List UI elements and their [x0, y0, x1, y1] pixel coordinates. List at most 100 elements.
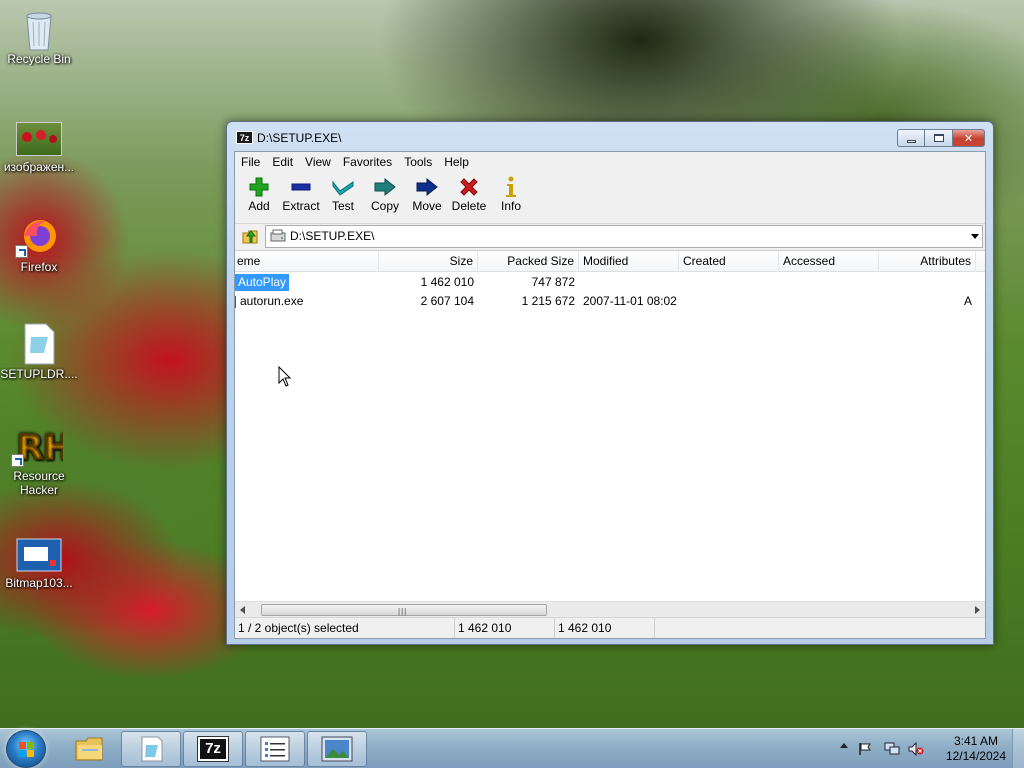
move-button[interactable]: Move	[406, 172, 448, 223]
image-thumbnail-icon	[16, 122, 62, 156]
extract-label: Extract	[282, 199, 320, 213]
row-size: 2 607 104	[420, 294, 474, 308]
column-size[interactable]: Size	[379, 251, 478, 272]
menu-view[interactable]: View	[299, 152, 337, 172]
clock-date: 12/14/2024	[945, 749, 1006, 763]
clock-time: 3:41 AM	[953, 734, 998, 748]
notification-area: 3:41 AM 12/14/2024	[834, 729, 1024, 768]
extract-button[interactable]: Extract	[280, 172, 322, 223]
desktop-icon-label: Bitmap103...	[5, 576, 73, 590]
folder-icon	[75, 737, 103, 761]
test-button[interactable]: Test	[322, 172, 364, 223]
row-name: autorun.exe	[235, 292, 379, 311]
row-attributes	[879, 273, 976, 292]
maximize-button[interactable]	[925, 129, 953, 147]
column-attributes[interactable]: Attributes	[879, 251, 976, 272]
desktop-icon-label: SETUPLDR....	[0, 367, 78, 381]
minimize-button[interactable]	[897, 129, 925, 147]
desktop-icon-recycle-bin[interactable]: Recycle Bin	[0, 8, 78, 66]
row-created	[679, 292, 779, 311]
desktop-icon-firefox[interactable]: Firefox	[0, 216, 78, 274]
action-center-flag-icon[interactable]	[858, 742, 872, 756]
7zip-window: 7z D:\SETUP.EXE\ ✕ File Edit View Favori…	[226, 121, 994, 645]
start-button[interactable]	[6, 730, 46, 768]
maximize-icon	[933, 134, 944, 142]
column-created[interactable]: Created	[679, 251, 779, 272]
window-client-area: File Edit View Favorites Tools Help Add …	[234, 151, 986, 639]
taskbar-image-viewer[interactable]	[307, 731, 367, 767]
row-modified: 2007-11-01 08:02	[583, 294, 677, 308]
status-selection: 1 / 2 object(s) selected	[235, 618, 455, 638]
menu-favorites[interactable]: Favorites	[337, 152, 398, 172]
firefox-icon	[15, 216, 59, 258]
title-bar[interactable]: 7z D:\SETUP.EXE\ ✕	[227, 122, 993, 152]
table-row[interactable]: autorun.exe 2 607 104 1 215 672 2007-11-…	[235, 292, 985, 311]
row-packed-size: 1 215 672	[521, 294, 575, 308]
status-size: 1 462 010	[455, 618, 555, 638]
close-icon: ✕	[963, 132, 974, 145]
address-combobox[interactable]: D:\SETUP.EXE\	[265, 224, 983, 248]
desktop-icon-resource-hacker[interactable]: RH Resource Hacker	[0, 425, 78, 497]
menu-bar: File Edit View Favorites Tools Help	[235, 152, 985, 172]
desktop-icon-label: Recycle Bin	[7, 52, 71, 66]
copy-label: Copy	[370, 199, 399, 213]
scroll-right-icon[interactable]	[975, 606, 980, 614]
taskbar-7zip[interactable]: 7z	[183, 731, 243, 767]
desktop-icon-image[interactable]: изображен...	[0, 122, 78, 174]
copy-button[interactable]: Copy	[364, 172, 406, 223]
7z-app-icon: 7z	[236, 131, 253, 144]
folder-name-selected: AutoPlay	[235, 274, 290, 291]
row-modified	[579, 273, 679, 292]
column-name[interactable]: eme	[235, 251, 379, 272]
caption-buttons: ✕	[897, 129, 985, 147]
speaker-muted-icon[interactable]	[908, 741, 924, 757]
column-accessed[interactable]: Accessed	[779, 251, 879, 272]
delete-label: Delete	[451, 199, 487, 213]
file-name: autorun.exe	[240, 294, 304, 308]
chevron-down-icon[interactable]	[971, 233, 979, 239]
toolbar: Add Extract Test Copy Move Delete Info	[235, 172, 985, 223]
check-icon	[332, 176, 354, 198]
status-bar: 1 / 2 object(s) selected 1 462 010 1 462…	[235, 617, 985, 638]
menu-edit[interactable]: Edit	[266, 152, 299, 172]
taskbar-setupldr[interactable]	[121, 731, 181, 767]
column-modified[interactable]: Modified	[579, 251, 679, 272]
desktop-icon-setupldr[interactable]: SETUPLDR....	[0, 323, 78, 381]
folder-up-button[interactable]	[235, 224, 265, 248]
minimize-icon	[906, 139, 916, 143]
scrollbar-thumb[interactable]: |||	[261, 604, 547, 616]
taskbar-notepad[interactable]	[245, 731, 305, 767]
info-button[interactable]: Info	[490, 172, 532, 223]
move-label: Move	[412, 199, 442, 213]
taskbar: 7z 3:41 AM 12/14/2024	[0, 728, 1024, 768]
menu-file[interactable]: File	[235, 152, 266, 172]
row-created	[679, 273, 779, 292]
file-list[interactable]: eme Size Packed Size Modified Created Ac…	[235, 250, 985, 618]
clock[interactable]: 3:41 AM 12/14/2024	[946, 734, 1006, 764]
arrow-right-icon	[416, 176, 438, 198]
delete-button[interactable]: Delete	[448, 172, 490, 223]
x-icon	[458, 176, 480, 198]
close-button[interactable]: ✕	[953, 129, 985, 147]
info-label: Info	[500, 199, 521, 213]
grip-icon: |||	[398, 607, 408, 616]
row-attributes: A	[963, 294, 972, 308]
add-button[interactable]: Add	[238, 172, 280, 223]
menu-help[interactable]: Help	[438, 152, 475, 172]
desktop-icon-bitmap[interactable]: Bitmap103...	[0, 538, 78, 590]
menu-tools[interactable]: Tools	[398, 152, 438, 172]
folder-up-icon	[242, 230, 258, 244]
horizontal-scrollbar[interactable]: |||	[235, 601, 985, 618]
row-size: 1 462 010	[420, 275, 474, 289]
add-label: Add	[248, 199, 270, 213]
table-row[interactable]: AutoPlay 1 462 010 747 872	[235, 273, 985, 292]
scroll-left-icon[interactable]	[240, 606, 245, 614]
show-hidden-icons-icon[interactable]	[840, 743, 848, 748]
show-desktop-button[interactable]	[1012, 729, 1024, 768]
7z-icon: 7z	[197, 736, 229, 762]
row-accessed	[779, 273, 879, 292]
taskbar-explorer[interactable]	[60, 731, 120, 767]
status-packed: 1 462 010	[555, 618, 655, 638]
column-packed-size[interactable]: Packed Size	[478, 251, 579, 272]
network-icon[interactable]	[884, 742, 900, 756]
